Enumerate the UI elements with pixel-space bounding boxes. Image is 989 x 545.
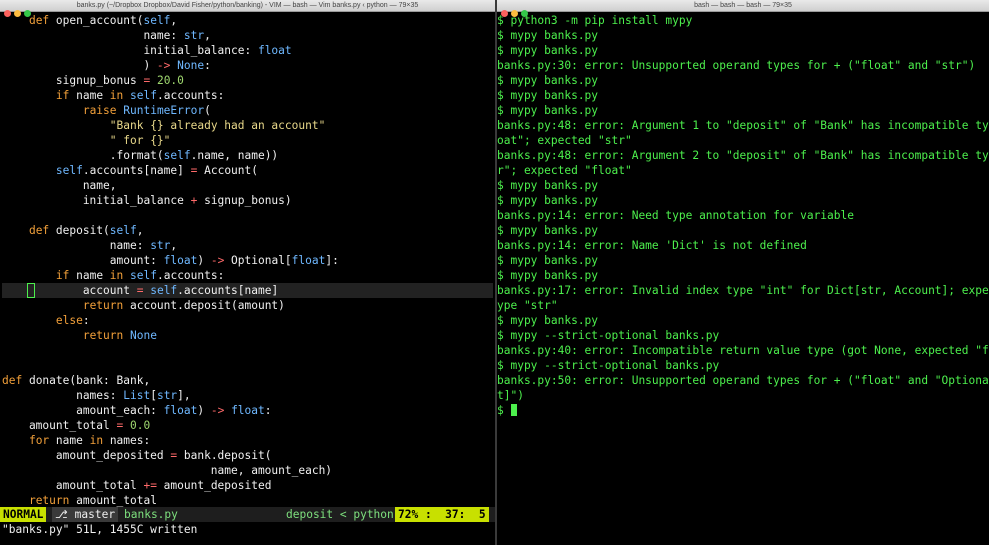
- vim-command-line: "banks.py" 51L, 1455C written: [2, 523, 198, 536]
- terminal-line: banks.py:48: error: Argument 1 to "depos…: [497, 119, 989, 132]
- terminal-line: banks.py:50: error: Unsupported operand …: [497, 374, 989, 387]
- code-line: else:: [55, 314, 90, 327]
- code-line: initial_balance + signup_bonus): [2, 194, 292, 207]
- terminal-cursor: [510, 404, 517, 416]
- terminal-line: ype "str": [497, 299, 558, 312]
- terminal-line: banks.py:14: error: Name 'Dict' is not d…: [497, 239, 807, 252]
- code-line: return account.deposit(amount): [82, 299, 285, 312]
- code-editor[interactable]: def open_account(self, name: str, initia…: [2, 13, 339, 508]
- code-line: names: List[str],: [2, 389, 191, 402]
- terminal-line: r"; expected "float": [497, 164, 632, 177]
- git-branch-icon: ⎇: [55, 508, 75, 521]
- terminal-line: $ mypy banks.py: [497, 74, 599, 87]
- branch-name: master: [74, 508, 116, 521]
- vim-title: banks.py (~/Dropbox Dropbox/David Fisher…: [76, 2, 419, 9]
- code-line: account = self.accounts[name]: [2, 284, 279, 297]
- code-line: raise RuntimeError(: [82, 104, 211, 117]
- code-line: "Bank {} already had an account": [109, 119, 326, 132]
- terminal-line: banks.py:17: error: Invalid index type "…: [497, 284, 989, 297]
- code-line: return amount_total: [28, 494, 157, 507]
- code-line: ) -> None:: [2, 59, 211, 72]
- git-branch: ⎇ master: [52, 507, 119, 522]
- terminal-line: banks.py:48: error: Argument 2 to "depos…: [497, 149, 989, 162]
- vim-titlebar[interactable]: banks.py (~/Dropbox Dropbox/David Fisher…: [0, 0, 495, 17]
- terminal-title: bash — bash — bash — 79×35: [694, 2, 792, 9]
- code-line: amount_total += amount_deposited: [2, 479, 272, 492]
- status-function: deposit < python: [286, 508, 394, 521]
- code-line: name: str,: [2, 29, 211, 42]
- terminal-line: banks.py:14: error: Need type annotation…: [497, 209, 854, 222]
- code-line: return None: [82, 329, 157, 342]
- scroll-percent: 72%: [398, 508, 419, 521]
- code-line: amount_deposited = bank.deposit(: [2, 449, 272, 462]
- code-line: name: str,: [2, 239, 178, 252]
- terminal-line: $ mypy banks.py: [497, 269, 599, 282]
- cursor-col: 5: [478, 508, 486, 521]
- terminal-line: $ mypy banks.py: [497, 179, 599, 192]
- terminal-line: $: [497, 404, 504, 417]
- code-line: .format(self.name, name)): [2, 149, 279, 162]
- code-line: name,: [2, 179, 117, 192]
- code-line: " for {}": [109, 134, 171, 147]
- code-line: initial_balance: float: [2, 44, 292, 57]
- terminal-line: $ mypy banks.py: [497, 44, 599, 57]
- code-line: amount_total = 0.0: [2, 419, 151, 432]
- code-line: for name in names:: [28, 434, 151, 447]
- terminal-line: $ mypy banks.py: [497, 224, 599, 237]
- code-line: def donate(bank: Bank,: [2, 374, 151, 387]
- code-line: def open_account(self,: [28, 14, 178, 27]
- code-line: name, amount_each): [2, 464, 333, 477]
- code-line: def deposit(self,: [28, 224, 144, 237]
- terminal-output[interactable]: $ python3 -m pip install mypy $ mypy ban…: [497, 13, 989, 418]
- mode-indicator: NORMAL: [0, 507, 47, 522]
- status-filename: banks.py: [124, 508, 178, 521]
- status-position: 72% : 37: 5: [395, 507, 489, 522]
- code-line: amount: float) -> Optional[float]:: [2, 254, 339, 267]
- code-line: if name in self.accounts:: [55, 89, 225, 102]
- terminal-line: $ mypy banks.py: [497, 89, 599, 102]
- terminal-line: banks.py:30: error: Unsupported operand …: [497, 59, 976, 72]
- vim-window[interactable]: banks.py (~/Dropbox Dropbox/David Fisher…: [0, 0, 495, 545]
- code-line: signup_bonus = 20.0: [2, 74, 184, 87]
- terminal-titlebar[interactable]: bash — bash — bash — 79×35: [497, 0, 989, 17]
- code-line: self.accounts[name] = Account(: [55, 164, 258, 177]
- code-line: amount_each: float) -> float:: [2, 404, 272, 417]
- terminal-line: $ mypy banks.py: [497, 254, 599, 267]
- terminal-window[interactable]: bash — bash — bash — 79×35 $ python3 -m …: [497, 0, 989, 545]
- terminal-line: $ mypy banks.py: [497, 29, 599, 42]
- terminal-line: $ mypy --strict-optional banks.py: [497, 329, 720, 342]
- terminal-line: $ mypy banks.py: [497, 104, 599, 117]
- terminal-line: $ mypy --strict-optional banks.py: [497, 359, 720, 372]
- terminal-line: $ mypy banks.py: [497, 194, 599, 207]
- code-line: if name in self.accounts:: [55, 269, 225, 282]
- cursor-line: 37: [445, 508, 459, 521]
- terminal-line: $ python3 -m pip install mypy: [497, 14, 693, 27]
- terminal-line: oat"; expected "str": [497, 134, 632, 147]
- terminal-line: t]"): [497, 389, 524, 402]
- terminal-line: banks.py:40: error: Incompatible return …: [497, 344, 989, 357]
- terminal-line: $ mypy banks.py: [497, 314, 599, 327]
- vim-statusline: NORMAL ⎇ master banks.py deposit < pytho…: [0, 507, 495, 522]
